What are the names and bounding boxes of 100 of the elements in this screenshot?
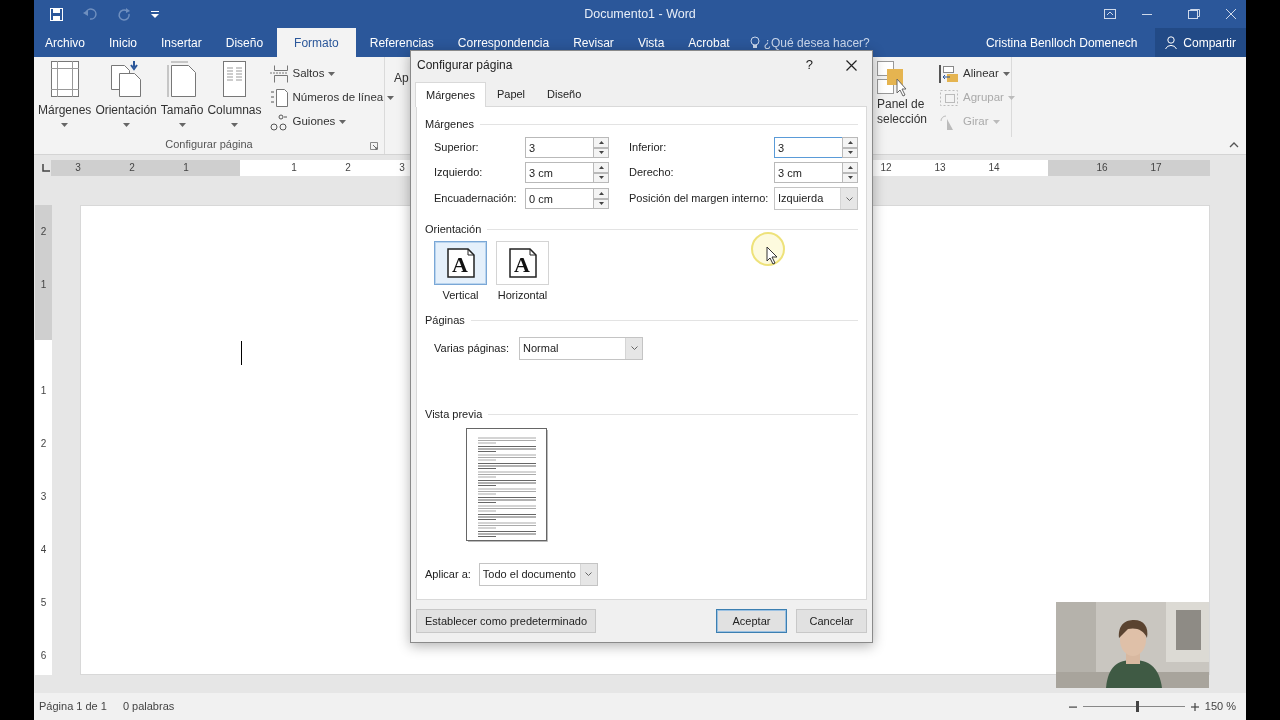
ribbon-button[interactable]: Guiones [270, 113, 395, 131]
down-arrow-icon [847, 151, 853, 155]
dropdown[interactable]: Normal [519, 336, 643, 360]
spin-down-button[interactable] [842, 147, 858, 158]
spin-up-button[interactable] [842, 137, 858, 148]
down-arrow-icon [847, 176, 853, 180]
field-label: Aplicar a: [425, 566, 471, 582]
page-icon: A [508, 248, 537, 278]
spin-up-button[interactable] [593, 137, 609, 148]
save-icon[interactable] [50, 7, 63, 21]
ribbon-button[interactable]: Alinear [939, 65, 1015, 83]
page-icon [166, 61, 199, 97]
spin-down-button[interactable] [593, 198, 609, 209]
zoom-in-icon[interactable] [1190, 702, 1199, 711]
orientation-button[interactable]: A [434, 241, 487, 285]
group-icon [939, 89, 959, 107]
ruler-number: 3 [74, 161, 82, 175]
spin-up-button[interactable] [593, 188, 609, 199]
ruler-number: 1 [40, 278, 47, 292]
spin-up-button[interactable] [842, 162, 858, 173]
breaks-icon [270, 65, 289, 83]
word-count: 0 palabras [122, 699, 175, 715]
dropdown[interactable]: Izquierda [774, 187, 858, 210]
section-heading: Márgenes [425, 116, 474, 132]
person-icon [1165, 36, 1179, 49]
down-arrow-icon [598, 151, 604, 155]
ribbon-button[interactable]: Saltos [270, 65, 395, 83]
page-icon: A [446, 248, 475, 278]
field-label: Superior: [434, 140, 480, 156]
group-label: Ap [394, 71, 409, 85]
spin-field[interactable]: 3 cm [525, 162, 593, 183]
ribbon-tab[interactable]: Acrobat [678, 28, 740, 57]
section-heading: Orientación [425, 221, 482, 237]
spin-field[interactable]: 0 cm [525, 188, 593, 209]
ruler-number: 13 [933, 161, 947, 175]
tell-me-field[interactable]: ¿Qué desea hacer? [763, 33, 870, 52]
cancel-button[interactable]: Cancelar [796, 609, 867, 633]
tab-selector-icon[interactable] [41, 163, 51, 172]
caret-icon [1007, 96, 1015, 100]
spin-down-button[interactable] [593, 172, 609, 183]
zoom-level[interactable]: 150 % [1204, 698, 1236, 715]
ribbon-tab[interactable]: Inicio [99, 28, 148, 57]
pages-icon [110, 61, 143, 97]
ruler-number: 16 [1095, 161, 1109, 175]
ruler-number: 3 [398, 161, 406, 175]
orientation-button[interactable]: A [496, 241, 549, 285]
window-title: Documento1 - Word [584, 6, 696, 21]
ribbon-tab[interactable]: Vista [627, 28, 675, 57]
ruler-number: 2 [40, 437, 47, 451]
lightbulb-icon [749, 36, 760, 49]
ribbon-tab[interactable]: Revisar [563, 28, 624, 57]
ribbon-tab[interactable]: Correspondencia [447, 28, 560, 57]
caret-icon [178, 123, 186, 127]
ribbon-button[interactable]: Orientación [94, 61, 158, 136]
caret-icon [992, 120, 1000, 124]
field-label: Izquierdo: [434, 165, 484, 181]
spin-down-button[interactable] [842, 172, 858, 183]
ribbon-display-icon[interactable] [1104, 9, 1116, 19]
close-icon[interactable] [846, 59, 857, 71]
spin-up-button[interactable] [593, 162, 609, 173]
dialog-launcher-icon[interactable] [370, 142, 378, 150]
line-numbers-icon [270, 89, 289, 107]
up-arrow-icon [847, 140, 853, 144]
ribbon-tab[interactable]: Archivo [35, 28, 95, 57]
ribbon-tab[interactable]: Formato [277, 28, 356, 57]
ribbon-tab[interactable]: Insertar [151, 28, 212, 57]
section-heading: Vista previa [425, 407, 483, 423]
field-label: Varias páginas: [434, 340, 509, 356]
up-arrow-icon [598, 140, 604, 144]
ruler-number: 4 [40, 543, 47, 557]
ribbon-button[interactable]: Márgenes [37, 61, 93, 136]
hyphenation-icon [270, 113, 289, 131]
caret-icon [339, 120, 347, 124]
slider-thumb[interactable] [1135, 701, 1139, 712]
dialog-tab[interactable]: Márgenes [415, 82, 486, 107]
ok-button[interactable]: Aceptar [716, 609, 787, 633]
spin-field[interactable]: 3 cm [774, 162, 842, 183]
group-label: Configurar página [165, 136, 253, 152]
caret-icon [328, 72, 336, 76]
collapse-ribbon-icon[interactable] [1229, 142, 1239, 148]
share-button[interactable]: Compartir [1155, 28, 1246, 57]
ribbon-button[interactable]: Tamaño [159, 61, 205, 136]
ribbon-button[interactable]: Columnas [206, 61, 263, 136]
ribbon-tab[interactable]: Diseño [215, 28, 274, 57]
ribbon-button[interactable]: Panel de selección [877, 61, 927, 137]
spin-field[interactable]: 3 [525, 137, 593, 158]
set-default-button[interactable]: Establecer como predeterminado [416, 609, 597, 633]
chevron-icon [585, 572, 593, 576]
ribbon-button[interactable]: Números de línea [270, 89, 395, 107]
help-button[interactable]: ? [805, 55, 813, 75]
ruler-number: 5 [40, 596, 47, 610]
dropdown[interactable]: Todo el documento [478, 562, 598, 586]
ruler-number: 1 [290, 161, 298, 175]
spin-field[interactable]: 3 [774, 137, 842, 158]
ribbon-tab[interactable]: Referencias [359, 28, 444, 57]
spin-down-button[interactable] [593, 147, 609, 158]
up-arrow-icon [847, 165, 853, 169]
ruler-number: 14 [987, 161, 1001, 175]
page-count: Página 1 de 1 [39, 699, 107, 715]
customize-caret-icon[interactable] [151, 10, 159, 18]
